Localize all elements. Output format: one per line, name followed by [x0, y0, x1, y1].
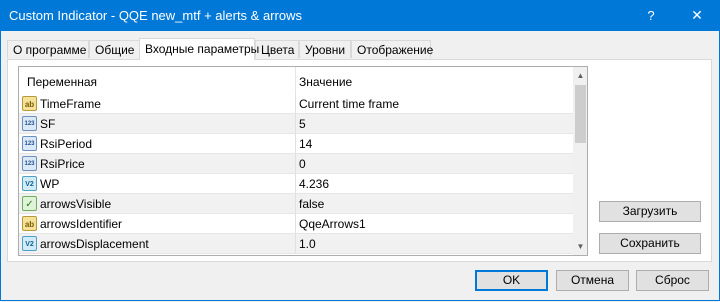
tab-colors[interactable]: Цвета	[255, 40, 299, 58]
grid-header: Переменная Значение	[19, 67, 573, 94]
tab-levels[interactable]: Уровни	[299, 40, 351, 58]
string-type-icon: ab	[22, 216, 37, 231]
param-value[interactable]: 5	[299, 117, 306, 131]
param-value[interactable]: false	[299, 197, 324, 211]
reset-button[interactable]: Сброс	[636, 270, 709, 291]
param-value[interactable]: 0	[299, 157, 306, 171]
table-row[interactable]: ✓ arrowsVisible false	[19, 194, 573, 214]
save-button[interactable]: Сохранить	[599, 233, 701, 254]
bool-type-icon: ✓	[22, 196, 37, 211]
param-value[interactable]: Current time frame	[299, 97, 399, 111]
double-type-icon: V2	[22, 176, 37, 191]
param-name: arrowsIdentifier	[40, 217, 123, 231]
window-title: Custom Indicator - QQE new_mtf + alerts …	[9, 8, 302, 23]
param-value[interactable]: QqeArrows1	[299, 217, 366, 231]
parameters-grid: Переменная Значение ab TimeFrame Current…	[18, 66, 588, 256]
param-name: arrowsDisplacement	[40, 237, 149, 251]
table-row[interactable]: V2 WP 4.236	[19, 174, 573, 194]
param-name: TimeFrame	[40, 97, 101, 111]
table-row[interactable]: ab TimeFrame Current time frame	[19, 94, 573, 114]
tab-common[interactable]: Общие	[89, 40, 141, 58]
param-name: RsiPeriod	[40, 137, 93, 151]
param-name: SF	[40, 117, 56, 131]
ok-button[interactable]: OK	[475, 270, 548, 291]
scroll-down-icon[interactable]: ▼	[573, 238, 587, 255]
scroll-up-icon[interactable]: ▲	[573, 67, 587, 84]
cancel-button[interactable]: Отмена	[556, 270, 629, 291]
param-name: arrowsVisible	[40, 197, 112, 211]
integer-type-icon: 123	[22, 116, 37, 131]
integer-type-icon: 123	[22, 136, 37, 151]
tab-display[interactable]: Отображение	[351, 40, 433, 58]
double-type-icon: V2	[22, 236, 37, 251]
close-button[interactable]: ✕	[674, 0, 720, 31]
tab-about[interactable]: О программе	[7, 40, 89, 58]
load-button[interactable]: Загрузить	[599, 201, 701, 222]
param-name: WP	[40, 177, 60, 191]
column-header-value[interactable]: Значение	[299, 75, 352, 89]
table-row[interactable]: V2 arrowsDisplacement 1.0	[19, 234, 573, 254]
scroll-thumb[interactable]	[575, 85, 586, 143]
param-value[interactable]: 1.0	[299, 237, 316, 251]
title-bar: Custom Indicator - QQE new_mtf + alerts …	[0, 0, 720, 31]
table-row[interactable]: 123 SF 5	[19, 114, 573, 134]
table-row[interactable]: 123 RsiPeriod 14	[19, 134, 573, 154]
param-value[interactable]: 14	[299, 137, 312, 151]
param-name: RsiPrice	[40, 157, 85, 171]
integer-type-icon: 123	[22, 156, 37, 171]
param-value[interactable]: 4.236	[299, 177, 329, 191]
column-header-variable[interactable]: Переменная	[27, 75, 97, 89]
tab-inputs[interactable]: Входные параметры	[139, 38, 259, 60]
vertical-scrollbar[interactable]: ▲ ▼	[573, 67, 587, 255]
string-type-icon: ab	[22, 96, 37, 111]
table-row[interactable]: ab arrowsIdentifier QqeArrows1	[19, 214, 573, 234]
grid-rows: ab TimeFrame Current time frame 123 SF 5…	[19, 94, 573, 254]
help-button[interactable]: ?	[628, 0, 674, 31]
table-row[interactable]: 123 RsiPrice 0	[19, 154, 573, 174]
